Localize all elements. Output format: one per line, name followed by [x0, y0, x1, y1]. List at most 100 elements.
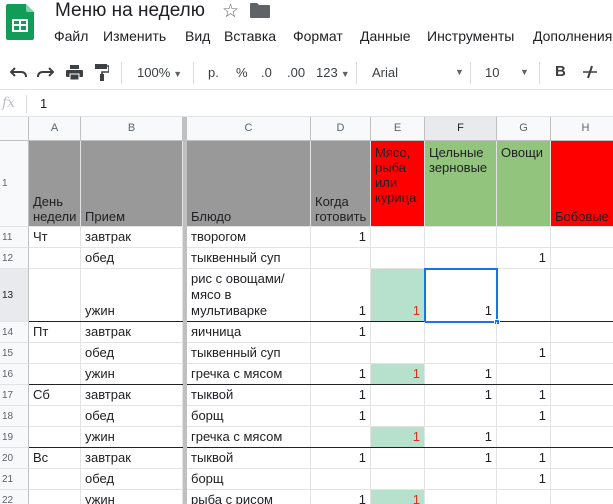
- table-cell[interactable]: [29, 269, 81, 322]
- strikethrough-icon[interactable]: [582, 64, 598, 80]
- row-header[interactable]: 11: [0, 227, 29, 248]
- table-cell[interactable]: борщ: [187, 406, 311, 427]
- table-cell[interactable]: Чт: [29, 227, 81, 248]
- table-cell[interactable]: [551, 469, 613, 490]
- table-cell[interactable]: [551, 227, 613, 248]
- table-cell[interactable]: [551, 448, 613, 469]
- table-cell[interactable]: [371, 227, 425, 248]
- percent-format-button[interactable]: %: [236, 65, 248, 80]
- table-cell[interactable]: 1: [425, 364, 497, 385]
- table-cell[interactable]: [311, 343, 371, 364]
- more-formats-select[interactable]: 123 ▼: [316, 65, 350, 80]
- print-icon[interactable]: [66, 65, 83, 80]
- column-header-g[interactable]: G: [497, 117, 551, 141]
- table-cell[interactable]: [551, 269, 613, 322]
- table-cell[interactable]: завтрак: [81, 322, 183, 343]
- table-cell[interactable]: гречка с мясом: [187, 427, 311, 448]
- table-cell[interactable]: [551, 427, 613, 448]
- row-header[interactable]: 12: [0, 248, 29, 269]
- paint-format-icon[interactable]: [95, 64, 109, 81]
- table-cell[interactable]: [29, 406, 81, 427]
- column-header-h[interactable]: H: [551, 117, 613, 141]
- table-cell[interactable]: 1: [371, 364, 425, 385]
- font-size-select[interactable]: 10 ▼: [485, 65, 529, 80]
- star-icon[interactable]: ☆: [222, 0, 239, 23]
- table-cell[interactable]: [497, 322, 551, 343]
- column-header-d[interactable]: D: [311, 117, 371, 141]
- table-cell[interactable]: 1: [311, 322, 371, 343]
- table-cell[interactable]: [29, 364, 81, 385]
- header-cell[interactable]: Мясо, рыба или курица: [371, 141, 425, 227]
- table-cell[interactable]: [29, 490, 81, 504]
- table-cell[interactable]: пшеничка с тыквой: [187, 448, 311, 469]
- menu-data[interactable]: Данные: [360, 28, 411, 44]
- table-cell[interactable]: 1: [371, 269, 425, 322]
- bold-button[interactable]: B: [555, 63, 566, 80]
- table-cell[interactable]: обед: [81, 406, 183, 427]
- increase-decimal-button[interactable]: .00: [287, 65, 305, 80]
- header-cell[interactable]: Бобовые: [551, 141, 613, 227]
- table-cell[interactable]: 1: [311, 364, 371, 385]
- zoom-select[interactable]: 100% ▼: [137, 65, 182, 80]
- header-cell[interactable]: День недели: [29, 141, 81, 227]
- table-cell[interactable]: тыквенный суп: [187, 343, 311, 364]
- table-cell[interactable]: Пт: [29, 322, 81, 343]
- header-cell[interactable]: Цельные зерновые: [425, 141, 497, 227]
- row-header[interactable]: 13: [0, 269, 29, 322]
- table-cell[interactable]: [425, 322, 497, 343]
- table-cell[interactable]: обед: [81, 248, 183, 269]
- folder-icon[interactable]: [250, 3, 270, 18]
- table-cell[interactable]: 1: [311, 406, 371, 427]
- table-cell[interactable]: [371, 343, 425, 364]
- header-cell[interactable]: Блюдо: [187, 141, 311, 227]
- table-cell[interactable]: завтрак: [81, 448, 183, 469]
- menu-edit[interactable]: Изменить: [103, 28, 166, 44]
- undo-icon[interactable]: [10, 65, 27, 79]
- table-cell[interactable]: 1: [311, 385, 371, 406]
- table-cell[interactable]: завтрак: [81, 385, 183, 406]
- table-cell[interactable]: рис с овощами/мясо в мультиварке: [187, 269, 311, 322]
- row-header[interactable]: 15: [0, 343, 29, 364]
- row-header[interactable]: 18: [0, 406, 29, 427]
- table-cell[interactable]: 1: [497, 343, 551, 364]
- column-header-b[interactable]: B: [81, 117, 183, 141]
- table-cell[interactable]: [29, 248, 81, 269]
- table-cell[interactable]: тыквенный суп: [187, 248, 311, 269]
- table-cell[interactable]: овсянка с творогом: [187, 227, 311, 248]
- table-cell[interactable]: ужин: [81, 269, 183, 322]
- menu-file[interactable]: Файл: [54, 28, 88, 44]
- table-cell[interactable]: 1: [497, 469, 551, 490]
- row-header[interactable]: 17: [0, 385, 29, 406]
- table-cell[interactable]: 1: [497, 385, 551, 406]
- table-cell[interactable]: [371, 385, 425, 406]
- table-cell[interactable]: [551, 406, 613, 427]
- row-header[interactable]: 16: [0, 364, 29, 385]
- table-cell[interactable]: [425, 469, 497, 490]
- table-cell[interactable]: Сб: [29, 385, 81, 406]
- table-cell[interactable]: [425, 406, 497, 427]
- table-cell[interactable]: [551, 490, 613, 504]
- table-cell[interactable]: [29, 427, 81, 448]
- table-cell[interactable]: [371, 469, 425, 490]
- table-cell[interactable]: [551, 322, 613, 343]
- table-cell[interactable]: [551, 248, 613, 269]
- table-cell[interactable]: 1: [425, 385, 497, 406]
- table-cell[interactable]: [425, 248, 497, 269]
- formula-input[interactable]: 1: [40, 96, 47, 111]
- spreadsheet-grid[interactable]: A B C D E F G H 1 День недели Прием Блюдо Когда гото…: [0, 117, 613, 504]
- table-cell[interactable]: ужин: [81, 490, 183, 504]
- table-cell[interactable]: [371, 322, 425, 343]
- document-title[interactable]: Меню на неделю: [55, 0, 205, 22]
- currency-format-button[interactable]: р.: [208, 65, 219, 80]
- table-cell[interactable]: [425, 343, 497, 364]
- table-cell[interactable]: [551, 364, 613, 385]
- table-cell[interactable]: [371, 248, 425, 269]
- table-cell[interactable]: 1: [371, 490, 425, 504]
- table-cell[interactable]: 1: [311, 227, 371, 248]
- sheets-logo-icon[interactable]: [6, 4, 36, 40]
- table-cell[interactable]: [497, 269, 551, 322]
- table-cell[interactable]: 1: [371, 427, 425, 448]
- table-cell[interactable]: пшеничка с тыквой: [187, 385, 311, 406]
- table-cell[interactable]: 1: [311, 490, 371, 504]
- table-cell[interactable]: обед: [81, 469, 183, 490]
